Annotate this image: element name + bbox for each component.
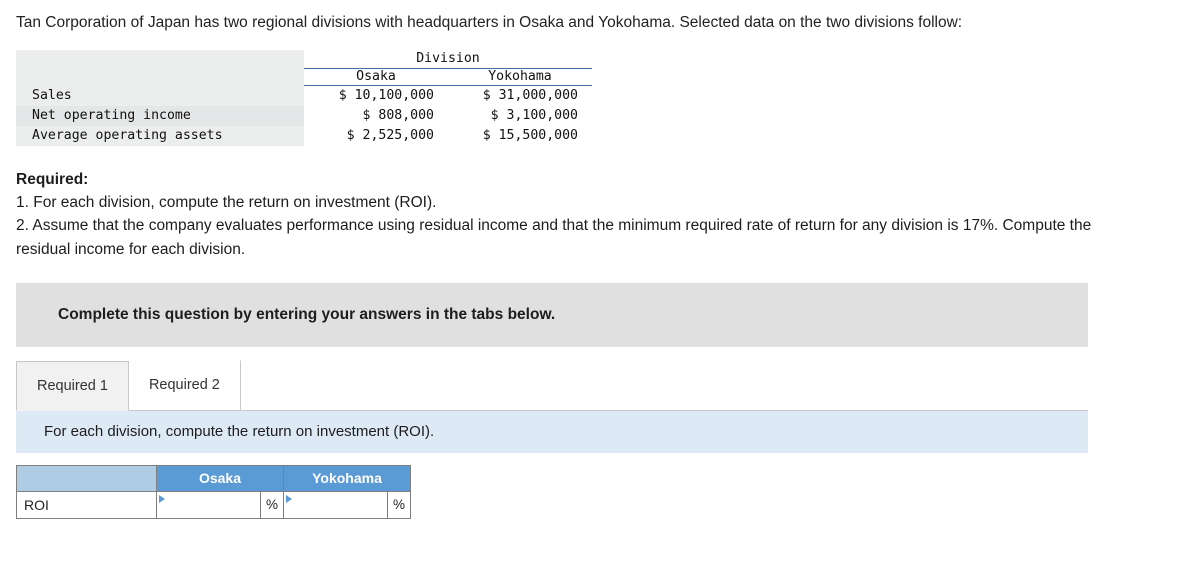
corner-blank-cell — [16, 50, 304, 69]
table-group-header-row: Division — [16, 50, 592, 69]
roi-answer-table: Osaka Yokohama ROI % % — [16, 464, 411, 519]
row-label-net-operating-income: Net operating income — [16, 105, 304, 126]
column-header-yokohama: Yokohama — [448, 68, 592, 86]
row-label-sales: Sales — [16, 85, 304, 106]
division-group-header: Division — [304, 50, 592, 69]
table-column-header-row: Osaka Yokohama — [16, 68, 592, 86]
roi-osaka-percent-symbol: % — [260, 490, 284, 519]
column-header-osaka: Osaka — [304, 68, 448, 86]
required-block: Required: 1. For each division, compute … — [16, 168, 1146, 261]
required-item-1: 1. For each division, compute the return… — [16, 194, 437, 212]
table-row: Net operating income $ 808,000 $ 3,100,0… — [16, 105, 592, 126]
roi-osaka-input[interactable] — [157, 493, 255, 516]
cursor-caret-icon — [159, 494, 165, 503]
table-row: Average operating assets $ 2,525,000 $ 1… — [16, 125, 592, 146]
tab-required-2[interactable]: Required 2 — [128, 359, 241, 410]
cell-noi-osaka: $ 808,000 — [362, 107, 434, 123]
question-page: Tan Corporation of Japan has two regiona… — [0, 0, 1190, 570]
corner-blank-cell-2 — [16, 68, 304, 86]
cell-noi-yokohama: $ 3,100,000 — [490, 107, 578, 123]
answer-header-osaka: Osaka — [156, 464, 284, 492]
required-heading: Required: — [16, 168, 1146, 191]
answer-header-row: Osaka Yokohama — [16, 464, 411, 492]
roi-yokohama-cell[interactable] — [283, 490, 388, 519]
table-row: Sales $ 10,100,000 $ 31,000,000 — [16, 85, 592, 106]
cell-aoa-yokohama: $ 15,500,000 — [482, 127, 578, 143]
intro-text: Tan Corporation of Japan has two regiona… — [16, 14, 963, 31]
roi-yokohama-input[interactable] — [284, 493, 382, 516]
answer-tabs: Required 1 Required 2 — [16, 359, 1088, 411]
answer-row-roi: ROI % % — [16, 490, 411, 519]
complete-question-band: Complete this question by entering your … — [16, 282, 1088, 347]
roi-osaka-cell[interactable] — [156, 490, 261, 519]
cell-aoa-osaka: $ 2,525,000 — [346, 127, 434, 143]
tab-required-1[interactable]: Required 1 — [16, 360, 129, 411]
roi-yokohama-percent-symbol: % — [387, 490, 411, 519]
cell-sales-osaka: $ 10,100,000 — [338, 87, 434, 103]
answer-corner-blank — [16, 464, 157, 492]
division-data-table-wrap: Division Osaka Yokohama Sales $ 10,100,0… — [16, 50, 1174, 146]
required-item-2: 2. Assume that the company evaluates per… — [16, 217, 1092, 258]
answer-header-yokohama: Yokohama — [283, 464, 411, 492]
division-data-table: Division Osaka Yokohama Sales $ 10,100,0… — [16, 50, 592, 146]
answer-row-label-roi: ROI — [16, 490, 157, 519]
cursor-caret-icon — [286, 494, 292, 503]
answer-table-wrap: Osaka Yokohama ROI % % — [16, 464, 1174, 519]
cell-sales-yokohama: $ 31,000,000 — [482, 87, 578, 103]
tab-prompt-band: For each division, compute the return on… — [16, 410, 1088, 453]
required-heading-text: Required: — [16, 170, 89, 188]
row-label-average-operating-assets: Average operating assets — [16, 125, 304, 146]
